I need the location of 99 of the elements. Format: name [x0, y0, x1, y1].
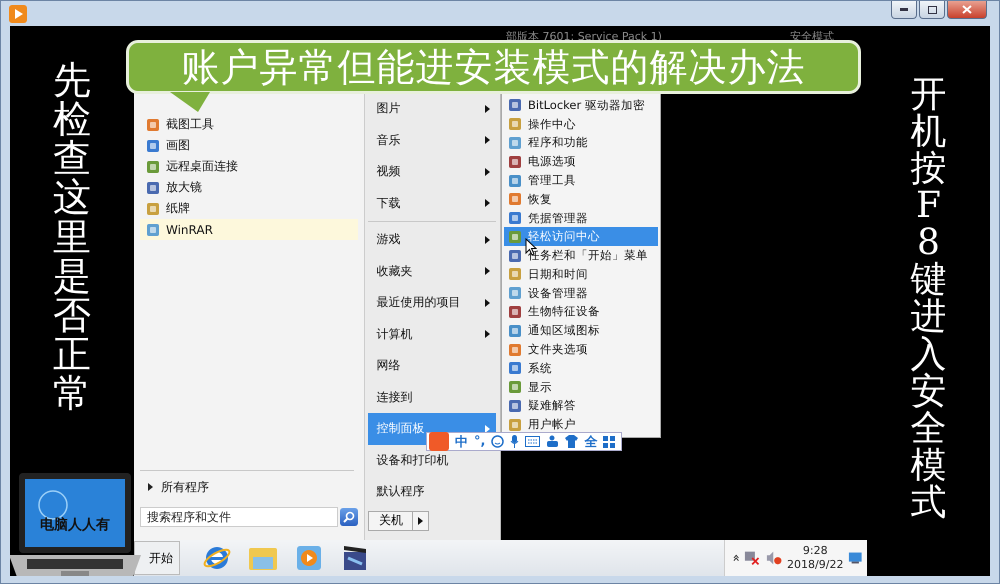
- control-panel-icon: [508, 117, 522, 132]
- browser-icon[interactable]: [203, 544, 231, 572]
- program-item[interactable]: 放大镜: [140, 177, 358, 198]
- banner-tail: [170, 92, 210, 112]
- submenu-arrow-icon: [485, 104, 490, 113]
- submenu-item[interactable]: 生物特征设备: [504, 302, 658, 322]
- submenu-item[interactable]: 程序和功能: [504, 134, 658, 152]
- maximize-button[interactable]: [919, 1, 945, 19]
- submenu-arrow-icon: [485, 330, 490, 338]
- program-icon: [146, 180, 160, 194]
- submenu-item[interactable]: 用户帐户: [504, 415, 658, 434]
- control-panel-icon: [508, 304, 522, 319]
- minimize-icon: [900, 8, 908, 11]
- control-panel-icon: [508, 398, 522, 413]
- clapperboard-icon[interactable]: [342, 544, 368, 572]
- control-panel-icon: [508, 267, 522, 282]
- menu-item[interactable]: 音乐: [368, 124, 496, 156]
- shutdown-options-button[interactable]: [413, 510, 430, 530]
- menu-item[interactable]: 图片: [368, 93, 496, 124]
- submenu-item[interactable]: 系统: [504, 358, 658, 378]
- arrow-icon: [418, 516, 424, 524]
- menu-item[interactable]: 视频: [368, 156, 496, 188]
- submenu-item[interactable]: 凭据管理器: [504, 208, 658, 228]
- control-panel-icon: [508, 324, 522, 338]
- speaker-muted-icon[interactable]: [766, 550, 782, 566]
- monitor-icon[interactable]: [848, 551, 863, 565]
- close-button[interactable]: [947, 1, 987, 19]
- control-panel-icon: [508, 154, 522, 169]
- clock-time: 9:28: [802, 544, 828, 558]
- submenu-item[interactable]: 文件夹选项: [504, 340, 658, 359]
- submenu-item[interactable]: 通知区域图标: [504, 321, 658, 340]
- menu-item[interactable]: 网络: [368, 350, 496, 382]
- submenu-arrow-icon: [485, 267, 490, 276]
- clock-date: 2018/9/22: [787, 558, 844, 572]
- menu-item[interactable]: 连接到: [368, 382, 496, 413]
- menu-item[interactable]: 收藏夹: [368, 256, 496, 287]
- submenu-arrow-icon: [485, 168, 490, 176]
- submenu-item[interactable]: 电源选项: [504, 152, 658, 172]
- program-icon: [146, 118, 160, 132]
- submenu-arrow-icon: [485, 236, 490, 244]
- menu-item[interactable]: 下载: [368, 188, 496, 219]
- start-button[interactable]: 开始: [134, 541, 180, 575]
- menu-item[interactable]: 最近使用的项目: [368, 287, 496, 318]
- control-panel-icon: [508, 192, 522, 206]
- program-item[interactable]: 纸牌: [140, 198, 358, 219]
- media-player-icon[interactable]: [296, 545, 322, 571]
- person-icon[interactable]: [546, 435, 560, 448]
- search-button[interactable]: [340, 508, 358, 526]
- submenu-arrow-icon: [485, 136, 490, 144]
- keyboard-icon[interactable]: [525, 436, 540, 447]
- menu-item[interactable]: 计算机: [368, 318, 496, 350]
- submenu-item[interactable]: BitLocker 驱动器加密: [504, 96, 658, 115]
- shirt-icon[interactable]: [565, 435, 578, 448]
- submenu-item[interactable]: 管理工具: [504, 171, 658, 190]
- width-toggle[interactable]: 全: [584, 432, 598, 450]
- control-panel-icon: [508, 136, 522, 150]
- submenu-item[interactable]: 疑难解答: [504, 396, 658, 416]
- grid-icon[interactable]: [603, 436, 616, 448]
- control-panel-icon: [508, 230, 522, 244]
- program-icon: [146, 160, 160, 174]
- control-panel-icon: [508, 380, 522, 394]
- program-icon: [146, 222, 160, 236]
- control-panel-icon: [508, 211, 522, 226]
- program-icon: [146, 202, 160, 216]
- close-icon: [962, 5, 972, 14]
- submenu-arrow-icon: [485, 298, 490, 307]
- submenu-item[interactable]: 操作中心: [504, 114, 658, 134]
- control-panel-icon: [508, 248, 522, 263]
- microphone-icon[interactable]: [510, 435, 520, 448]
- smiley-icon[interactable]: [491, 435, 504, 448]
- program-item[interactable]: 截图工具: [140, 114, 358, 135]
- submenu-item[interactable]: 显示: [504, 378, 658, 396]
- control-panel-icon: [508, 286, 522, 300]
- menu-item[interactable]: 游戏: [368, 224, 496, 256]
- submenu-arrow-icon: [485, 199, 490, 208]
- program-icon: [146, 138, 160, 152]
- control-panel-icon: [508, 361, 522, 376]
- all-programs-item[interactable]: 所有程序: [140, 475, 358, 499]
- minimize-button[interactable]: [891, 1, 917, 19]
- expand-icon: [148, 483, 153, 491]
- network-error-icon[interactable]: [744, 550, 761, 566]
- caption-text: 开机按F8键进入安全模式: [910, 76, 946, 521]
- menu-item[interactable]: 默认程序: [368, 476, 496, 508]
- submenu-item[interactable]: 恢复: [504, 190, 658, 209]
- chevron-icon[interactable]: [733, 554, 740, 562]
- ime-logo: [429, 432, 449, 451]
- search-field[interactable]: 搜索程序和文件: [140, 507, 338, 527]
- control-panel-icon: [508, 342, 522, 357]
- program-item[interactable]: WinRAR: [140, 219, 358, 240]
- control-panel-icon: [508, 174, 522, 188]
- shutdown-button[interactable]: 关机: [368, 510, 414, 530]
- program-item[interactable]: 画图: [140, 135, 358, 156]
- maximize-icon: [928, 6, 936, 14]
- control-panel-icon: [508, 98, 522, 112]
- submenu-item[interactable]: 日期和时间: [504, 265, 658, 284]
- logo-text: 电脑人人有: [39, 516, 111, 534]
- caption-text: 先检查这里是否正常: [53, 61, 91, 414]
- submenu-item[interactable]: 设备管理器: [504, 284, 658, 303]
- program-item[interactable]: 远程桌面连接: [140, 156, 358, 177]
